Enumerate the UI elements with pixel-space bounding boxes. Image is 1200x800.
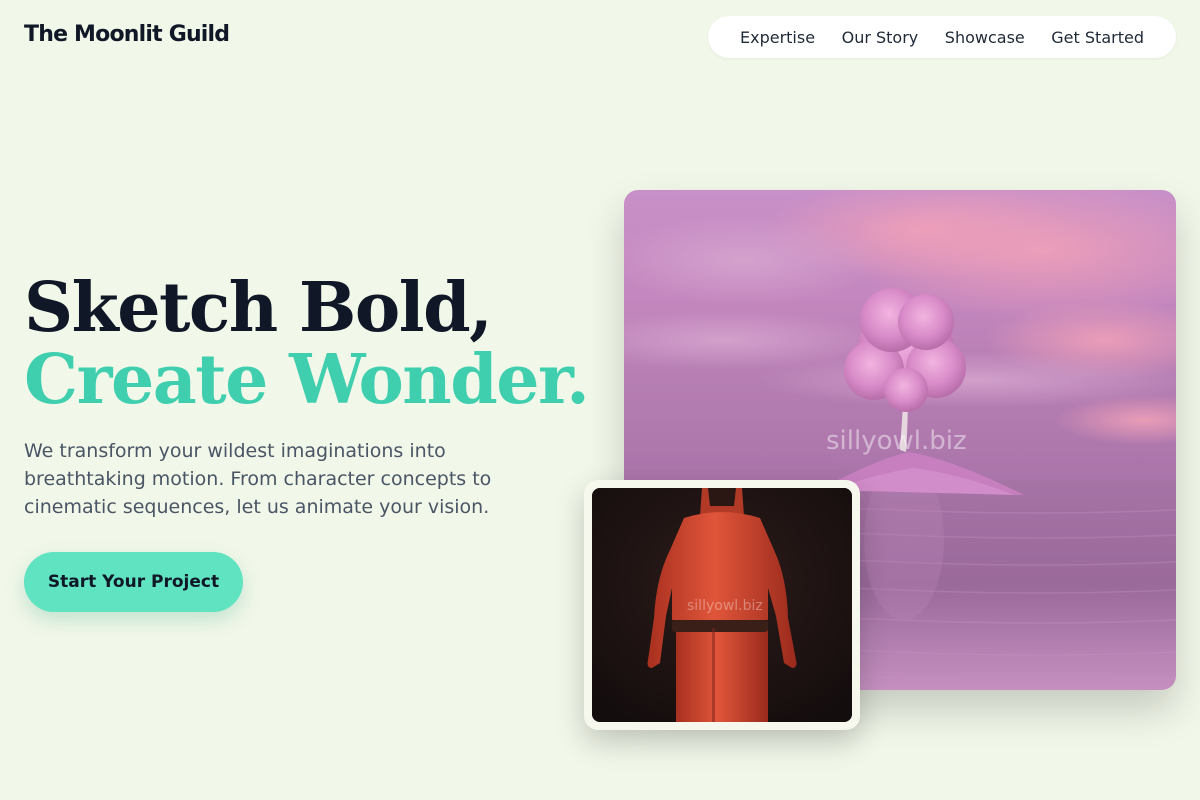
hero-title-line-2: Create Wonder. [24, 340, 590, 420]
hero-title: Sketch Bold, Create Wonder. [24, 268, 590, 420]
brand-logo[interactable]: The Moonlit Guild [24, 22, 230, 47]
hero-description: We transform your wildest imaginations i… [24, 440, 492, 518]
start-project-button[interactable]: Start Your Project [24, 552, 243, 612]
nav-link-our-story[interactable]: Our Story [842, 28, 919, 47]
nav-link-expertise[interactable]: Expertise [740, 28, 815, 47]
image-watermark-small: sillyowl.biz [687, 598, 763, 614]
image-watermark: sillyowl.biz [826, 426, 967, 456]
red-jumpsuit-character-image: sillyowl.biz [592, 488, 852, 722]
main-nav: Expertise Our Story Showcase Get Started [708, 16, 1176, 58]
hero-title-line-1: Sketch Bold, [24, 268, 493, 348]
nav-link-get-started[interactable]: Get Started [1051, 28, 1144, 47]
nav-link-showcase[interactable]: Showcase [945, 28, 1025, 47]
secondary-image-card: sillyowl.biz [584, 480, 860, 730]
